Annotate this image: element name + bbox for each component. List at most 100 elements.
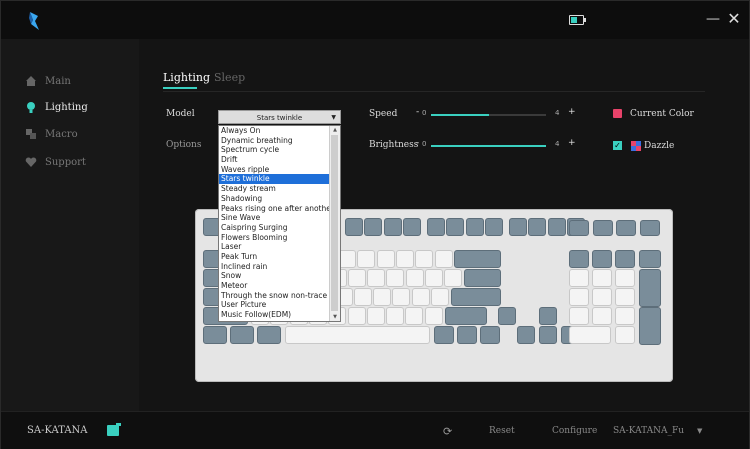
tab-lighting[interactable]: Lighting (163, 71, 210, 84)
keyboard-key[interactable] (364, 218, 383, 236)
dropdown-option[interactable]: Peak Turn (219, 252, 330, 262)
dropdown-scrollbar[interactable]: ▲ ▼ (329, 126, 340, 321)
keyboard-key[interactable] (457, 326, 477, 344)
dropdown-option[interactable]: Peaks rising one after another (219, 204, 330, 214)
reset-button[interactable]: Reset (489, 426, 515, 436)
keyboard-key[interactable] (386, 307, 405, 325)
speed-increase-button[interactable]: + (568, 107, 576, 117)
sidebar-item-main[interactable]: Main (25, 72, 71, 90)
keyboard-key[interactable] (425, 269, 443, 287)
brightness-slider[interactable]: - 0 4 + (416, 138, 576, 152)
keyboard-key[interactable] (539, 307, 557, 325)
keyboard-key[interactable] (528, 218, 547, 236)
keyboard-key[interactable] (357, 250, 376, 268)
dropdown-option[interactable]: Through the snow non-trace (219, 291, 330, 301)
keyboard-key[interactable] (366, 307, 385, 325)
keyboard-key[interactable] (434, 326, 454, 344)
keyboard-key[interactable] (367, 269, 386, 287)
scroll-up-icon[interactable]: ▲ (330, 126, 340, 134)
dropdown-option[interactable]: Drift (219, 155, 330, 165)
keyboard-key[interactable] (454, 250, 501, 268)
dropdown-option[interactable]: Sine Wave (219, 213, 330, 223)
keyboard-key[interactable] (498, 307, 516, 325)
keyboard-key[interactable] (615, 307, 635, 325)
keyboard-key[interactable] (345, 218, 363, 236)
keyboard-key[interactable] (569, 307, 589, 325)
keyboard-key[interactable] (639, 307, 661, 345)
keyboard-key[interactable] (639, 250, 661, 268)
sidebar-item-lighting[interactable]: Lighting (25, 98, 88, 116)
dropdown-option[interactable]: Dynamic breathing (219, 136, 330, 146)
keyboard-key[interactable] (451, 288, 501, 306)
dropdown-option[interactable]: Inclined rain (219, 262, 330, 272)
keyboard-key[interactable] (373, 288, 392, 306)
keyboard-key[interactable] (509, 218, 527, 236)
keyboard-key[interactable] (230, 326, 254, 344)
keyboard-key[interactable] (347, 269, 366, 287)
keyboard-key[interactable] (616, 220, 636, 236)
keyboard-key[interactable] (431, 288, 449, 306)
speed-track[interactable] (431, 114, 546, 116)
keyboard-key[interactable] (383, 218, 402, 236)
keyboard-key[interactable] (386, 269, 405, 287)
keyboard-key[interactable] (615, 288, 635, 306)
keyboard-key[interactable] (592, 269, 612, 287)
dropdown-option[interactable]: User Picture (219, 300, 330, 310)
keyboard-key[interactable] (444, 269, 463, 287)
sidebar-item-support[interactable]: Support (25, 153, 86, 171)
dropdown-option[interactable]: Shadowing (219, 194, 330, 204)
speed-slider[interactable]: - 0 4 + (416, 107, 576, 121)
close-button[interactable]: ✕ (727, 11, 741, 27)
keyboard-key[interactable] (405, 307, 424, 325)
keyboard-key[interactable] (285, 326, 430, 344)
keyboard-key[interactable] (392, 288, 411, 306)
keyboard-key[interactable] (353, 288, 372, 306)
keyboard-key[interactable] (615, 250, 635, 268)
keyboard-key[interactable] (592, 288, 612, 306)
keyboard-key[interactable] (569, 220, 589, 236)
keyboard-key[interactable] (376, 250, 395, 268)
keyboard-key[interactable] (257, 326, 281, 344)
dropdown-option[interactable]: Steady stream (219, 184, 330, 194)
dropdown-option[interactable]: Waves ripple (219, 165, 330, 175)
dropdown-option[interactable]: Snow (219, 271, 330, 281)
keyboard-key[interactable] (445, 307, 487, 325)
dropdown-option[interactable]: Flowers Blooming (219, 233, 330, 243)
keyboard-key[interactable] (411, 288, 430, 306)
keyboard-key[interactable] (480, 326, 500, 344)
keyboard-key[interactable] (569, 326, 611, 344)
keyboard-key[interactable] (464, 269, 501, 287)
speed-decrease-button[interactable]: - (416, 107, 419, 117)
tab-sleep[interactable]: Sleep (214, 71, 245, 84)
brightness-decrease-button[interactable]: - (416, 138, 419, 148)
keyboard-key[interactable] (434, 250, 453, 268)
keyboard-key[interactable] (639, 220, 660, 236)
keyboard-key[interactable] (517, 326, 535, 344)
keyboard-key[interactable] (569, 269, 589, 287)
keyboard-key[interactable] (347, 307, 366, 325)
minimize-button[interactable]: — (706, 12, 720, 27)
keyboard-key[interactable] (484, 218, 503, 236)
keyboard-key[interactable] (396, 250, 414, 268)
keyboard-key[interactable] (592, 220, 613, 236)
keyboard-key[interactable] (402, 218, 421, 236)
keyboard-key[interactable] (547, 218, 566, 236)
keyboard-key[interactable] (446, 218, 465, 236)
dropdown-option[interactable]: Laser (219, 242, 330, 252)
scroll-thumb[interactable] (331, 135, 338, 311)
keyboard-key[interactable] (592, 307, 612, 325)
model-select[interactable]: Stars twinkle ▼ (218, 110, 341, 124)
config-select[interactable]: SA-KATANA_Fu (613, 426, 684, 436)
keyboard-key[interactable] (424, 307, 443, 325)
dropdown-option[interactable]: Caispring Surging (219, 223, 330, 233)
dropdown-option[interactable]: Stars twinkle (219, 174, 330, 185)
keyboard-key[interactable] (639, 269, 661, 307)
brightness-track[interactable] (431, 145, 546, 147)
model-dropdown-list[interactable]: Always On Dynamic breathing Spectrum cycle… (218, 125, 341, 322)
sidebar-item-macro[interactable]: Macro (25, 125, 78, 143)
keyboard-key[interactable] (427, 218, 445, 236)
dropdown-option[interactable]: Meteor (219, 281, 330, 291)
scroll-down-icon[interactable]: ▼ (330, 313, 340, 321)
keyboard-key[interactable] (415, 250, 434, 268)
refresh-icon[interactable]: ⟳ (443, 425, 452, 438)
